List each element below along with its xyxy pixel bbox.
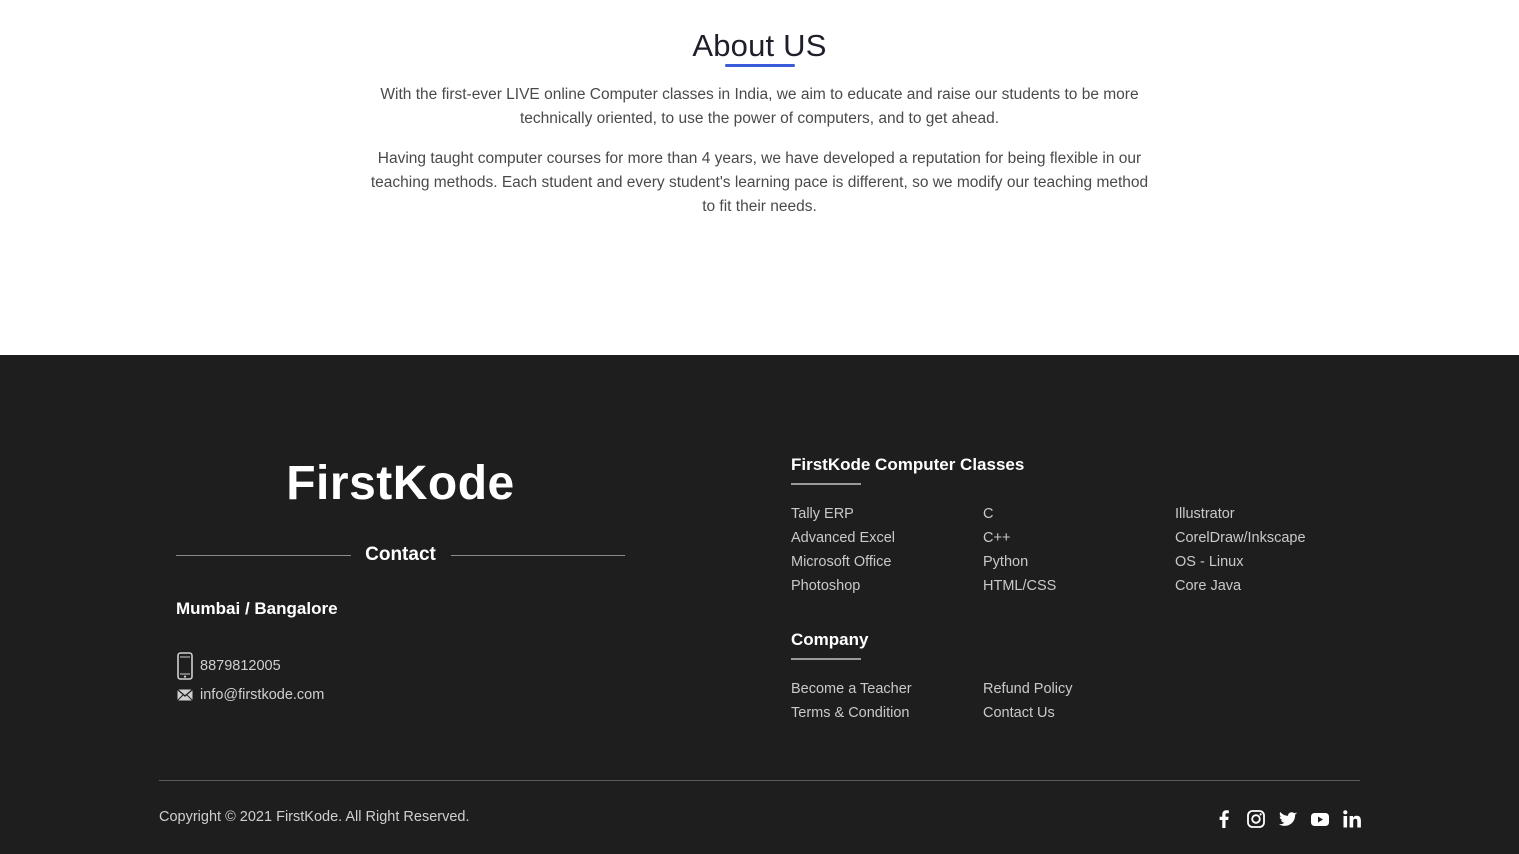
class-link[interactable]: CorelDraw/Inkscape [1175,530,1306,546]
contact-email[interactable]: info@firstkode.com [176,687,324,703]
class-link[interactable]: Photoshop [791,578,860,594]
footer-divider [159,780,1360,781]
class-link[interactable]: Illustrator [1175,506,1235,522]
class-link[interactable]: Tally ERP [791,506,854,522]
mail-icon [176,689,194,701]
company-link-become-teacher[interactable]: Become a Teacher [791,681,912,697]
youtube-icon[interactable] [1310,809,1330,829]
footer-brand-logo[interactable]: FirstKode [176,456,625,511]
contact-phone[interactable]: 8879812005 [176,652,281,680]
about-section: About US With the first-ever LIVE online… [0,0,1519,355]
contact-divider-right [451,555,625,556]
contact-city: Mumbai / Bangalore [176,599,338,618]
classes-heading-underline [791,483,861,485]
company-link-terms[interactable]: Terms & Condition [791,705,909,721]
company-link-refund-policy[interactable]: Refund Policy [983,681,1072,697]
linkedin-icon[interactable] [1342,809,1362,829]
about-title-underline [725,64,795,67]
class-link[interactable]: Python [983,554,1028,570]
class-link[interactable]: Core Java [1175,578,1241,594]
classes-heading: FirstKode Computer Classes [791,455,1025,474]
class-link[interactable]: OS - Linux [1175,554,1244,570]
phone-icon [176,652,194,680]
class-link[interactable]: Advanced Excel [791,530,895,546]
twitter-icon[interactable] [1278,809,1298,829]
facebook-icon[interactable] [1214,809,1234,829]
class-link[interactable]: HTML/CSS [983,578,1056,594]
class-link[interactable]: C++ [983,530,1010,546]
company-link-contact-us[interactable]: Contact Us [983,705,1055,721]
contact-email-text: info@firstkode.com [200,687,325,703]
company-heading: Company [791,630,869,649]
contact-heading-row: Contact [176,544,625,568]
class-link[interactable]: Microsoft Office [791,554,891,570]
class-link[interactable]: C [983,506,993,522]
about-title: About US [692,28,827,63]
about-paragraph-1: With the first-ever LIVE online Computer… [380,86,1139,127]
site-footer: FirstKode Contact Mumbai / Bangalore 887… [0,355,1519,854]
company-heading-underline [791,658,861,660]
about-paragraph-2: Having taught computer courses for more … [370,150,1149,215]
copyright-text: Copyright © 2021 FirstKode. All Right Re… [159,809,470,825]
contact-phone-text: 8879812005 [200,658,281,674]
instagram-icon[interactable] [1246,809,1266,829]
